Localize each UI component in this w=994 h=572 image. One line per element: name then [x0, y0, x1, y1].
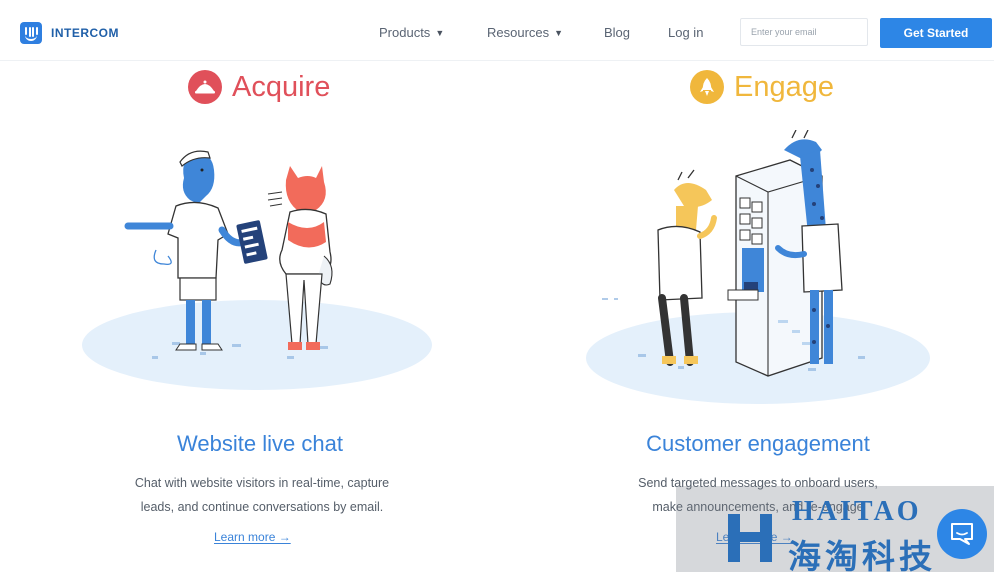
- dish-bell-icon: [188, 70, 222, 104]
- watermark-h-logo-icon: [728, 514, 772, 562]
- rocket-icon: [690, 70, 724, 104]
- chat-icon: [951, 523, 973, 545]
- nav-products[interactable]: Products ▼: [379, 25, 444, 40]
- acquire-heading-text: Acquire: [232, 70, 331, 103]
- nav-login-label: Log in: [668, 25, 704, 40]
- engage-illustration: [586, 130, 930, 404]
- page: INTERCOM Products ▼ Resources ▼ Blog Log…: [0, 0, 994, 572]
- live-chat-description-line-2: leads, and continue conversations by ema…: [140, 500, 384, 514]
- acquire-heading: Acquire: [188, 70, 330, 104]
- chevron-down-icon: ▼: [554, 27, 564, 38]
- nav-resources-label: Resources: [487, 25, 550, 40]
- watermark-chinese-text: 海淘科技: [788, 537, 936, 572]
- live-chat-title: Website live chat: [177, 431, 343, 456]
- email-input[interactable]: [740, 18, 868, 46]
- intercom-logo-icon: [20, 22, 42, 44]
- nav-blog-label: Blog: [604, 25, 631, 40]
- live-chat-learn-more-link[interactable]: Learn more →: [214, 530, 291, 544]
- nav-login[interactable]: Log in: [668, 25, 703, 40]
- top-navigation-bar: INTERCOM Products ▼ Resources ▼ Blog Log…: [0, 0, 994, 61]
- live-chat-description: Chat with website visitors in real-time,…: [74, 471, 450, 519]
- engage-heading: Engage: [690, 70, 834, 104]
- nav-resources[interactable]: Resources ▼: [487, 25, 563, 40]
- intercom-logo[interactable]: INTERCOM: [20, 22, 119, 44]
- engage-heading-text: Engage: [734, 70, 834, 103]
- get-started-button[interactable]: Get Started: [880, 18, 992, 48]
- chevron-down-icon: ▼: [435, 27, 445, 38]
- nav-blog[interactable]: Blog: [604, 25, 630, 40]
- nav-products-label: Products: [379, 25, 431, 40]
- acquire-illustration: [82, 150, 432, 390]
- chat-launcher-button[interactable]: [937, 509, 987, 559]
- brand-name: INTERCOM: [51, 26, 119, 40]
- live-chat-description-line-1: Chat with website visitors in real-time,…: [134, 476, 390, 490]
- watermark-brand: HAITAO: [792, 496, 922, 527]
- engagement-title: Customer engagement: [646, 431, 870, 456]
